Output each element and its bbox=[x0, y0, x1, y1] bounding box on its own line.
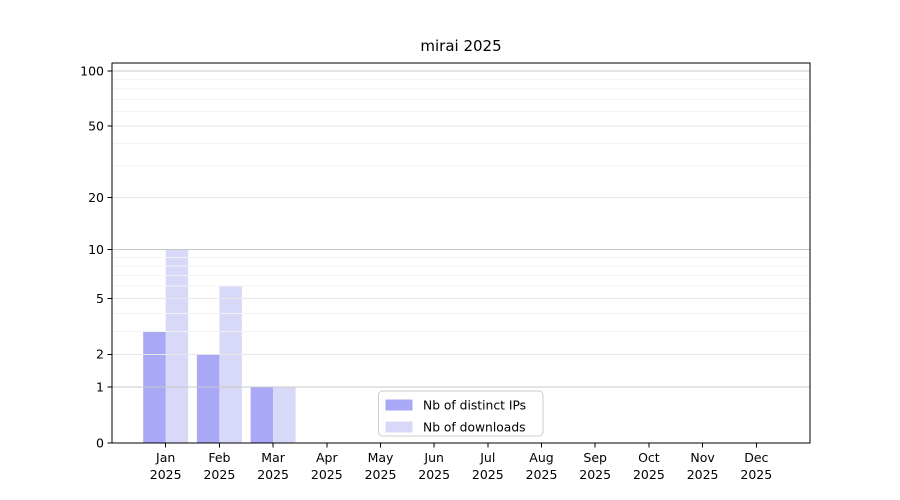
legend-label-distinct-ips: Nb of distinct IPs bbox=[423, 399, 526, 413]
x-tick-label-may: May2025 bbox=[365, 450, 397, 482]
legend-swatch-distinct-ips bbox=[386, 400, 413, 411]
x-tick-label-apr: Apr2025 bbox=[311, 450, 343, 482]
chart-svg: 0 1 2 5 10 20 50 100 Jan2025 Feb2025 Mar2025 Apr202… bbox=[0, 0, 900, 500]
y-tick-label-1: 1 bbox=[96, 379, 104, 394]
y-tick-label-50: 50 bbox=[88, 118, 104, 133]
legend: Nb of distinct IPs Nb of downloads bbox=[379, 391, 544, 436]
bar-downloads-mar bbox=[273, 387, 296, 443]
chart-title: mirai 2025 bbox=[420, 37, 501, 55]
bar-downloads-jan bbox=[166, 250, 189, 443]
y-tick-label-2: 2 bbox=[96, 347, 104, 362]
y-tick-label-10: 10 bbox=[88, 242, 104, 257]
bars-layer bbox=[143, 250, 295, 443]
x-tick-label-oct: Oct2025 bbox=[633, 450, 665, 482]
x-tick-label-jul: Jul2025 bbox=[472, 450, 504, 482]
x-tick-label-nov: Nov2025 bbox=[687, 450, 719, 482]
bar-distinct-ips-feb bbox=[197, 354, 220, 443]
x-tick-label-aug: Aug2025 bbox=[526, 450, 558, 482]
x-tick-label-jun: Jun2025 bbox=[418, 450, 450, 482]
bar-distinct-ips-mar bbox=[251, 387, 274, 443]
grid-layer bbox=[112, 71, 810, 387]
bar-downloads-feb bbox=[219, 286, 242, 443]
x-tick-label-sep: Sep2025 bbox=[579, 450, 611, 482]
legend-label-downloads: Nb of downloads bbox=[423, 421, 526, 435]
y-tick-label-5: 5 bbox=[96, 291, 104, 306]
y-tick-label-0: 0 bbox=[96, 435, 104, 450]
x-tick-label-jan: Jan2025 bbox=[150, 450, 182, 482]
x-tick-label-dec: Dec2025 bbox=[740, 450, 772, 482]
y-tick-label-100: 100 bbox=[80, 63, 104, 78]
y-tick-label-20: 20 bbox=[88, 190, 104, 205]
x-tick-label-feb: Feb2025 bbox=[203, 450, 235, 482]
chart-figure: 0 1 2 5 10 20 50 100 Jan2025 Feb2025 Mar2025 Apr202… bbox=[0, 0, 900, 500]
legend-swatch-downloads bbox=[386, 422, 413, 433]
x-tick-label-mar: Mar2025 bbox=[257, 450, 289, 482]
